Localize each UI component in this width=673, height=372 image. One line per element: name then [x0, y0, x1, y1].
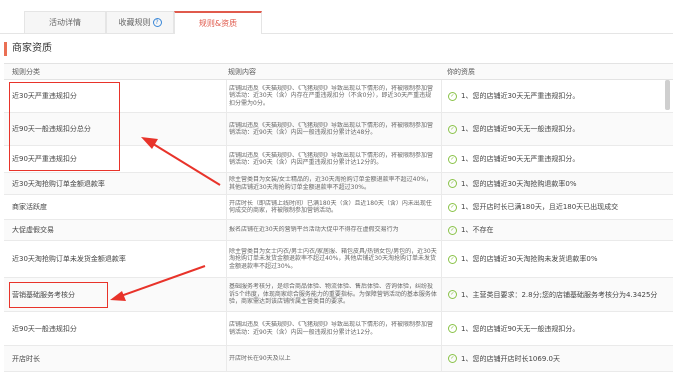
- row-status: ✓ 1、您的店铺近90天无严重违规扣分。: [441, 146, 673, 172]
- row-status: ✓ 1、您的店铺近90天无一般违规扣分。: [441, 312, 673, 345]
- row-status: ✓ 1、您的店铺近90天无一般违规扣分。: [441, 113, 673, 145]
- check-icon: ✓: [448, 225, 457, 235]
- table-row: 商家活跃度 开店时长（即店铺上线时间）已满180天（含）且近180天（含）内未出…: [4, 195, 673, 220]
- row-category: 开店时长: [12, 354, 40, 363]
- row-content: 店铺因违反《天猫规则》、《飞猪规则》导致出现以下情形的，将被限制参加营销活动：近…: [226, 312, 441, 345]
- row-content: 基础服务考核分，是综合商品体验、物流体验、售后体验、咨询体验，纠纷投诉5个纬度，…: [226, 278, 441, 311]
- check-icon: ✓: [448, 324, 457, 333]
- table-row: 开店时长 开店时长在90天及以上 ✓ 1、您的店铺开店时长1069.0天: [4, 346, 673, 372]
- row-content: 除主营类目为女装/女士精品的，近30天淘抢购订单金额退款率不超过40%，其他店铺…: [226, 173, 441, 194]
- tab-rules-qualification[interactable]: 规则&资质: [174, 11, 262, 34]
- highlight-box-violation-rows: [9, 82, 120, 171]
- table-row: 近30天淘抢购订单金额退款率 除主营类目为女装/女士精品的，近30天淘抢购订单金…: [4, 173, 673, 195]
- table-header: 规则分类 规则内容 你的资质: [4, 63, 673, 80]
- tab-label: 收藏规则: [118, 18, 151, 27]
- check-icon: ✓: [448, 124, 457, 134]
- tab-label: 规则&资质: [198, 19, 238, 28]
- check-icon: ✓: [448, 179, 457, 188]
- header-category: 规则分类: [12, 68, 40, 76]
- row-status: ✓ 1、您的店铺近30天无严重违规扣分。: [441, 80, 673, 112]
- row-content: 店铺因违反《天猫规则》、《飞猪规则》导致出现以下情形的，将被限制参加营销活动：近…: [226, 113, 441, 145]
- row-status: ✓ 1、不存在: [441, 220, 673, 240]
- table-row: 近30天淘抢购订单未发货金额退款率 除主营类目为女士内衣/男士内衣/家居服、箱包…: [4, 241, 673, 278]
- check-icon: ✓: [448, 354, 457, 363]
- row-category: 近30天淘抢购订单金额退款率: [12, 179, 105, 188]
- row-category: 近30天淘抢购订单未发货金额退款率: [12, 255, 126, 263]
- section-title: 商家资质: [4, 42, 52, 56]
- header-status: 你的资质: [447, 68, 475, 76]
- check-icon: ✓: [448, 154, 457, 164]
- row-status: ✓ 1、主营类目要求：2.8分;您的店铺基础服务考核分为4.3425分: [441, 278, 673, 311]
- row-status: ✓ 1、您的店铺近30天淘抢购退款率0%: [441, 173, 673, 194]
- row-content: 店铺因违反《天猫规则》、《飞猪规则》导致出现以下情形的，将被限制参加营销活动：近…: [226, 80, 441, 112]
- scrollbar[interactable]: [665, 80, 670, 110]
- tab-activity-details[interactable]: 活动详情: [24, 11, 106, 33]
- tab-label: 活动详情: [49, 18, 81, 27]
- check-icon: ✓: [448, 254, 457, 264]
- table-row: 大促虚假交易 报名店铺在近30天的营销平台活动大促中不得存在虚假交易行为 ✓ 1、…: [4, 220, 673, 241]
- header-content: 规则内容: [228, 68, 256, 76]
- row-status: ✓ 1、您的店铺开店时长1069.0天: [441, 346, 673, 371]
- tab-favorite-rules[interactable]: 收藏规则?: [106, 11, 174, 33]
- row-category: 近90天一般违规扣分: [12, 324, 77, 333]
- help-icon[interactable]: ?: [152, 18, 162, 27]
- row-content: 开店时长（即店铺上线时间）已满180天（含）且近180天（含）内未出现任何成交的…: [226, 195, 441, 219]
- row-content: 报名店铺在近30天的营销平台活动大促中不得存在虚假交易行为: [226, 220, 441, 240]
- row-category: 商家活跃度: [12, 203, 47, 211]
- row-status: ✓ 1、您开店时长已满180天，且近180天已出现成交: [441, 195, 673, 219]
- check-icon: ✓: [448, 91, 457, 101]
- row-status: ✓ 1、您的店铺近30天淘抢购未发货退款率0%: [441, 241, 673, 277]
- row-content: 店铺因违反《天猫规则》、《飞猪规则》导致出现以下情形的，将被限制参加营销活动：近…: [226, 146, 441, 172]
- row-category: 大促虚假交易: [12, 226, 54, 234]
- check-icon: ✓: [448, 290, 457, 299]
- tab-bar: 活动详情 收藏规则? 规则&资质: [0, 0, 673, 34]
- table-row: 近90天一般违规扣分 店铺因违反《天猫规则》、《飞猪规则》导致出现以下情形的，将…: [4, 312, 673, 346]
- highlight-box-service-score: [9, 282, 108, 308]
- row-content: 开店时长在90天及以上: [226, 346, 441, 371]
- row-content: 除主营类目为女士内衣/男士内衣/家居服、箱包皮具/热销女包/男包的，近30天淘抢…: [226, 241, 441, 277]
- check-icon: ✓: [448, 202, 457, 212]
